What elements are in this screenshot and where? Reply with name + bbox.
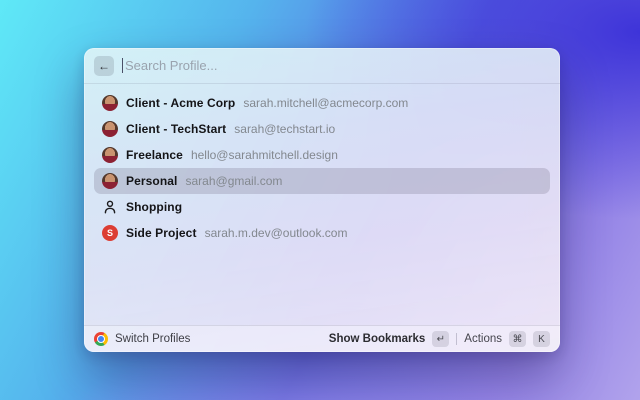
profile-name: Shopping bbox=[126, 200, 183, 214]
profile-row-client-techstart[interactable]: Client - TechStart sarah@techstart.io bbox=[94, 116, 550, 142]
footer-bar: Switch Profiles Show Bookmarks ↵ Actions… bbox=[84, 325, 560, 352]
profile-row-side-project[interactable]: S Side Project sarah.m.dev@outlook.com bbox=[94, 220, 550, 246]
profile-row-personal[interactable]: Personal sarah@gmail.com bbox=[94, 168, 550, 194]
back-button[interactable]: ← bbox=[94, 55, 114, 76]
profile-name: Personal bbox=[126, 174, 178, 188]
profile-photo-avatar bbox=[102, 121, 118, 137]
profile-name: Side Project bbox=[126, 226, 197, 240]
command-key-badge: ⌘ bbox=[509, 331, 526, 347]
profile-name: Client - TechStart bbox=[126, 122, 227, 136]
chrome-logo-icon bbox=[94, 332, 108, 346]
back-arrow-icon: ← bbox=[98, 58, 110, 73]
profile-photo-avatar bbox=[102, 95, 118, 111]
profile-email: sarah@techstart.io bbox=[234, 122, 336, 136]
search-bar: ← Search Profile... bbox=[84, 48, 560, 84]
profile-email: sarah.m.dev@outlook.com bbox=[204, 226, 348, 240]
return-key-badge: ↵ bbox=[432, 331, 450, 347]
profile-list: Client - Acme Corp sarah.mitchell@acmeco… bbox=[84, 84, 560, 325]
profile-row-client-acme-corp[interactable]: Client - Acme Corp sarah.mitchell@acmeco… bbox=[94, 90, 550, 116]
show-bookmarks-button[interactable]: Show Bookmarks bbox=[329, 333, 426, 345]
letter-avatar: S bbox=[102, 225, 118, 241]
profile-photo-avatar bbox=[102, 147, 118, 163]
profile-name: Client - Acme Corp bbox=[126, 96, 236, 110]
text-cursor bbox=[122, 58, 123, 73]
k-key-badge: K bbox=[533, 331, 550, 347]
person-outline-icon bbox=[102, 199, 118, 215]
footer-divider bbox=[456, 333, 458, 345]
profile-photo-avatar bbox=[102, 173, 118, 189]
profile-switcher-panel: ← Search Profile... Client - Acme Corp s… bbox=[84, 48, 560, 352]
search-input[interactable]: Search Profile... bbox=[125, 58, 218, 73]
profile-row-shopping[interactable]: Shopping bbox=[94, 194, 550, 220]
actions-button[interactable]: Actions bbox=[464, 333, 502, 345]
profile-email: hello@sarahmitchell.design bbox=[190, 148, 338, 162]
footer-context: Switch Profiles bbox=[94, 332, 190, 346]
profile-name: Freelance bbox=[126, 148, 183, 162]
profile-row-freelance[interactable]: Freelance hello@sarahmitchell.design bbox=[94, 142, 550, 168]
profile-email: sarah@gmail.com bbox=[185, 174, 283, 188]
profile-email: sarah.mitchell@acmecorp.com bbox=[243, 96, 409, 110]
footer-context-label: Switch Profiles bbox=[115, 333, 191, 345]
